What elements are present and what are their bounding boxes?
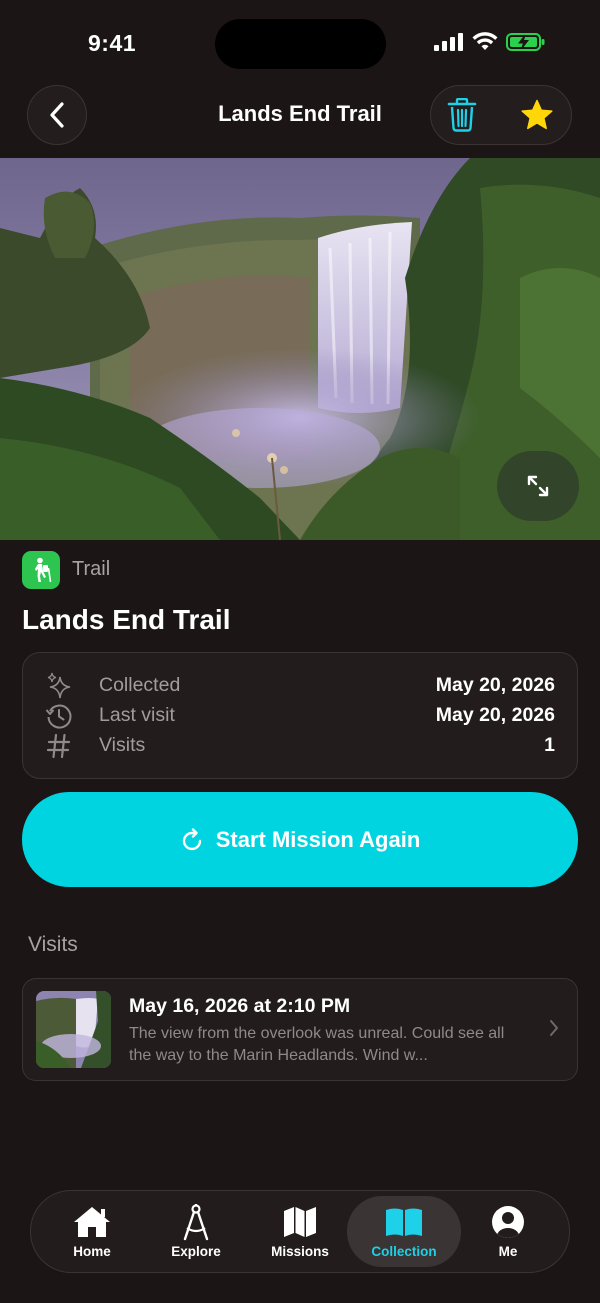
tab-explore[interactable]: Explore <box>146 1203 246 1259</box>
tab-label-collection: Collection <box>371 1244 437 1259</box>
history-clock-icon <box>45 702 73 730</box>
visits-label: Visits <box>99 734 146 756</box>
visit-note: The view from the overlook was unreal. C… <box>129 1025 505 1064</box>
wifi-icon <box>472 32 498 50</box>
refresh-icon <box>182 827 201 850</box>
visit-date: May 16, 2026 at 2:10 PM <box>129 995 351 1017</box>
number-sign-icon <box>45 732 73 760</box>
status-time: 9:41 <box>88 30 137 56</box>
delete-button[interactable] <box>441 94 483 136</box>
expand-arrows-icon <box>527 475 549 497</box>
start-mission-again-button[interactable]: Start Mission Again <box>22 792 578 887</box>
map-icon <box>283 1203 317 1241</box>
trash-icon <box>447 98 477 132</box>
info-row-collected: Collected May 20, 2026 <box>22 671 578 701</box>
favorite-button[interactable] <box>515 94 559 136</box>
info-row-visits: Visits 1 <box>22 731 578 761</box>
tab-label-explore: Explore <box>171 1244 221 1259</box>
category-badge <box>22 551 60 589</box>
cellular-signal-icon <box>434 33 463 51</box>
place-title: Lands End Trail <box>22 604 231 635</box>
visits-value: 1 <box>544 734 555 756</box>
book-open-icon <box>385 1203 423 1241</box>
dynamic-island <box>215 19 386 69</box>
last-visit-value: May 20, 2026 <box>435 704 555 726</box>
expand-photo-button[interactable] <box>497 451 579 521</box>
home-icon <box>72 1203 112 1241</box>
start-mission-again-label: Start Mission Again <box>215 826 421 852</box>
nav-title: Lands End Trail <box>218 101 382 126</box>
sparkles-icon <box>45 672 73 700</box>
hiker-icon <box>35 557 52 583</box>
tab-missions[interactable]: Missions <box>250 1203 350 1259</box>
tab-label-home: Home <box>73 1244 111 1259</box>
category-label: Trail <box>72 558 111 580</box>
chevron-right-icon <box>549 1019 559 1042</box>
last-visit-label: Last visit <box>99 704 175 726</box>
tab-label-me: Me <box>498 1244 518 1259</box>
tab-home[interactable]: Home <box>42 1203 142 1259</box>
status-icons <box>434 32 546 52</box>
tab-label-missions: Missions <box>271 1244 329 1259</box>
visit-thumbnail <box>36 991 111 1068</box>
back-button[interactable] <box>27 85 87 145</box>
collected-value: May 20, 2026 <box>435 674 555 696</box>
tab-collection[interactable]: Collection <box>354 1203 454 1259</box>
star-icon <box>521 99 553 130</box>
visits-heading: Visits <box>28 933 78 956</box>
chevron-left-icon <box>50 102 64 128</box>
battery-charging-icon <box>506 33 545 51</box>
compass-drafting-icon <box>181 1203 211 1241</box>
tab-me[interactable]: Me <box>458 1203 558 1259</box>
collected-label: Collected <box>99 674 181 696</box>
person-circle-icon <box>491 1203 525 1241</box>
info-row-last-visit: Last visit May 20, 2026 <box>22 701 578 731</box>
